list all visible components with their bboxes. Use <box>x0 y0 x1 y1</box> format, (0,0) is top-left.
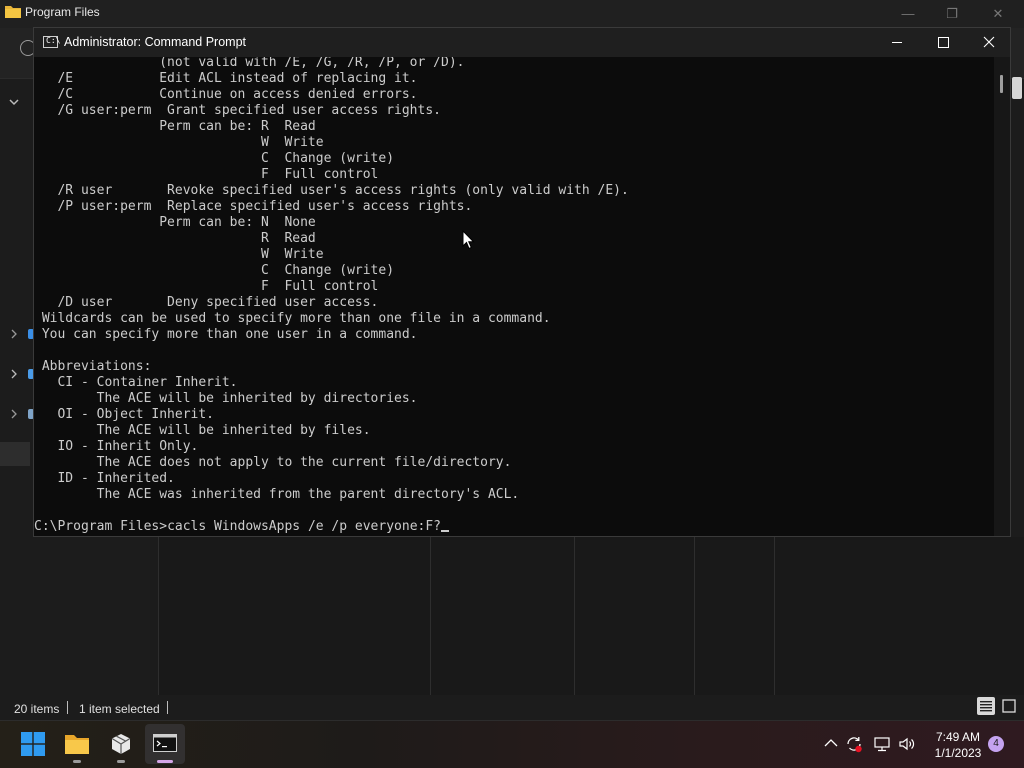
console-line: /P user:perm Replace specified user's ac… <box>34 199 473 214</box>
tiles-view-icon[interactable] <box>1000 697 1018 715</box>
explorer-file-list[interactable] <box>158 537 1024 695</box>
chevron-right-icon[interactable] <box>9 408 19 420</box>
maximize-icon[interactable] <box>920 28 966 57</box>
clock-date: 1/1/2023 <box>934 746 982 760</box>
running-indicator <box>73 760 81 763</box>
terminal-icon <box>153 734 177 752</box>
console-line: W Write <box>34 135 324 150</box>
console-line: C Change (write) <box>34 151 395 166</box>
item-count: 20 items <box>14 702 60 716</box>
console-prompt: C:\Program Files> <box>34 519 168 534</box>
console-line: /C Continue on access denied errors. <box>34 87 418 102</box>
column-divider <box>158 537 159 695</box>
cmd-window-title: Administrator: Command Prompt <box>64 35 247 49</box>
command-prompt-window[interactable]: C:\ Administrator: Command Prompt (not v… <box>33 27 1011 537</box>
taskbar-package-app[interactable] <box>101 724 141 764</box>
notification-badge[interactable]: 4 <box>988 736 1004 752</box>
taskbar-command-prompt[interactable] <box>145 724 185 764</box>
text-cursor <box>441 530 449 532</box>
explorer-navigation-pane <box>0 80 34 695</box>
console-line: The ACE does not apply to the current fi… <box>34 455 512 470</box>
console-line: /D user Deny specified user access. <box>34 295 379 310</box>
column-divider <box>574 537 575 695</box>
column-divider <box>774 537 775 695</box>
selected-count: 1 item selected <box>79 702 160 716</box>
console-line: F Full control <box>34 167 379 182</box>
folder-icon <box>5 6 21 18</box>
console-line: The ACE will be inherited by files. <box>34 423 371 438</box>
chevron-right-icon[interactable] <box>9 368 19 380</box>
console-line: (not valid with /E, /G, /R, /P, or /D). <box>34 57 465 70</box>
network-icon[interactable] <box>873 735 891 753</box>
console-line: /E Edit ACL instead of replacing it. <box>34 71 418 86</box>
console-prompt-line[interactable]: C:\Program Files>cacls WindowsApps /e /p… <box>34 519 629 535</box>
sync-error-icon[interactable] <box>845 735 863 753</box>
console-output[interactable]: (not valid with /E, /G, /R, /P, or /D). … <box>34 57 994 536</box>
taskbar: 7:49 AM 1/1/2023 <box>0 720 1024 768</box>
console-scrollbar-thumb[interactable] <box>1000 75 1003 93</box>
console-command: cacls WindowsApps /e /p everyone:F? <box>167 519 441 534</box>
column-divider <box>694 537 695 695</box>
console-line: C Change (write) <box>34 263 395 278</box>
console-line: OI - Object Inherit. <box>34 407 215 422</box>
console-line: ID - Inherited. <box>34 471 175 486</box>
close-icon[interactable] <box>966 28 1012 57</box>
explorer-minimize-button[interactable]: — <box>896 4 920 24</box>
explorer-restore-button[interactable]: ❐ <box>940 4 964 24</box>
nav-item-selected[interactable] <box>0 442 30 466</box>
volume-icon[interactable] <box>898 735 916 753</box>
active-indicator <box>157 760 173 763</box>
package-icon <box>111 734 131 754</box>
taskbar-file-explorer[interactable] <box>57 724 97 764</box>
details-view-icon[interactable] <box>977 697 995 715</box>
console-line: The ACE was inherited from the parent di… <box>34 487 520 502</box>
chevron-down-icon[interactable] <box>9 96 19 108</box>
explorer-close-button[interactable]: ✕ <box>986 4 1010 24</box>
console-scrollbar[interactable] <box>994 57 1010 536</box>
start-button[interactable] <box>13 724 53 764</box>
explorer-window-title: Program Files <box>25 5 100 19</box>
console-line: Wildcards can be used to specify more th… <box>34 311 551 326</box>
explorer-title-bar[interactable]: Program Files — ❐ ✕ <box>0 0 1024 28</box>
console-line: F Full control <box>34 279 379 294</box>
console-line: Abbreviations: <box>34 359 152 374</box>
column-divider <box>430 537 431 695</box>
file-explorer-icon <box>65 735 89 754</box>
status-separator <box>167 701 168 714</box>
windows-start-icon <box>21 732 45 756</box>
console-line: CI - Container Inherit. <box>34 375 238 390</box>
console-line: Perm can be: R Read <box>34 119 316 134</box>
explorer-scrollbar-thumb[interactable] <box>1012 77 1022 99</box>
chevron-up-icon[interactable] <box>822 735 840 753</box>
explorer-status-bar: 20 items 1 item selected <box>0 697 1024 720</box>
clock-time: 7:49 AM <box>935 730 981 744</box>
console-line: The ACE will be inherited by directories… <box>34 391 418 406</box>
console-line: W Write <box>34 247 324 262</box>
minimize-icon[interactable] <box>874 28 920 57</box>
console-line: /R user Revoke specified user's access r… <box>34 183 629 198</box>
status-separator <box>67 701 68 714</box>
console-line: R Read <box>34 231 316 246</box>
chevron-right-icon[interactable] <box>9 328 19 340</box>
system-clock[interactable]: 7:49 AM 1/1/2023 <box>925 729 991 761</box>
console-line: IO - Inherit Only. <box>34 439 199 454</box>
cmd-title-bar[interactable]: C:\ Administrator: Command Prompt <box>34 28 1010 57</box>
console-line: /G user:perm Grant specified user access… <box>34 103 441 118</box>
console-lines: (not valid with /E, /G, /R, /P, or /D). … <box>34 57 629 535</box>
console-line: You can specify more than one user in a … <box>34 327 418 342</box>
console-icon: C:\ <box>43 36 60 48</box>
mouse-pointer-icon <box>462 230 475 250</box>
console-line: Perm can be: N None <box>34 215 316 230</box>
running-indicator <box>117 760 125 763</box>
